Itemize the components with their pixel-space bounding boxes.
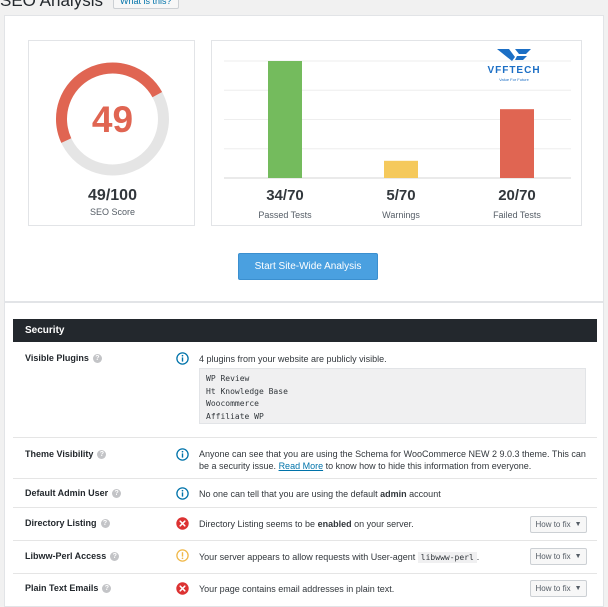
info-circle-icon xyxy=(176,448,189,461)
caret-down-icon: ▼ xyxy=(574,585,582,592)
how-to-fix-dropdown[interactable]: How to fix ▼ xyxy=(530,548,587,565)
admin-bold: admin xyxy=(380,489,407,499)
libwww-text: Your server appears to allow requests wi… xyxy=(199,552,416,562)
row-title: Default Admin User ? xyxy=(25,488,122,498)
x-circle-icon xyxy=(176,582,189,595)
plugin-item: WP Review xyxy=(206,374,250,383)
row-description: Your page contains email addresses in pl… xyxy=(199,584,395,594)
row-theme-visibility: Theme Visibility ? Anyone can see that y… xyxy=(13,438,597,479)
score-value: 49 xyxy=(91,99,134,140)
logo-tagline: Value For Future xyxy=(499,77,529,82)
info-circle-icon xyxy=(176,487,189,500)
question-circle-icon[interactable]: ? xyxy=(100,518,110,528)
passed-tests-label: Passed Tests xyxy=(258,210,312,220)
what-is-this-button[interactable]: What is this? xyxy=(113,0,179,9)
row-title-text: Visible Plugins xyxy=(25,353,89,363)
row-plain-text-emails: Plain Text Emails ? Your page contains e… xyxy=(13,574,597,604)
directory-text-after: on your server. xyxy=(354,519,414,529)
libwww-text-after: . xyxy=(476,552,480,562)
visible-plugins-list: WP Review Ht Knowledge Base Woocommerce … xyxy=(199,368,586,424)
bar-failed-tests xyxy=(500,109,534,178)
row-title: Directory Listing ? xyxy=(25,518,110,528)
seo-overview-panel: 49 49/100 SEO Score VFFTECH Value For Fu… xyxy=(4,15,604,302)
row-description: 4 plugins from your website are publicly… xyxy=(199,354,387,364)
question-circle-icon[interactable]: ? xyxy=(112,488,122,498)
exclamation-circle-icon xyxy=(176,549,189,562)
vfftech-logo: VFFTECH Value For Future xyxy=(484,47,544,82)
page-title: SEO Analysis xyxy=(0,0,103,10)
question-circle-icon[interactable]: ? xyxy=(92,353,102,363)
row-libwww-perl-access: Libww-Perl Access ? Your server appears … xyxy=(13,541,597,574)
start-site-wide-analysis-button[interactable]: Start Site-Wide Analysis xyxy=(238,253,378,280)
row-title: Libww-Perl Access ? xyxy=(25,551,120,561)
plugin-item: Ht Knowledge Base xyxy=(206,386,288,396)
libwww-code: libwww-perl xyxy=(417,552,477,563)
passed-tests-value: 34/70 xyxy=(266,187,304,204)
question-circle-icon[interactable]: ? xyxy=(110,551,120,561)
caret-down-icon: ▼ xyxy=(574,553,582,560)
warnings-value: 5/70 xyxy=(386,187,416,204)
row-title: Plain Text Emails ? xyxy=(25,583,112,593)
row-title-text: Theme Visibility xyxy=(25,449,94,459)
x-circle-icon xyxy=(176,517,189,530)
score-label: SEO Score xyxy=(89,207,136,217)
bar-passed-tests xyxy=(268,61,302,178)
row-description: No one can tell that you are using the d… xyxy=(199,488,569,500)
vfftech-logo-mark-icon xyxy=(497,49,531,61)
score-display: 49/100 xyxy=(88,187,137,204)
failed-tests-stat: 20/70 Failed Tests xyxy=(467,187,567,220)
seo-score-card: 49 49/100 SEO Score xyxy=(28,40,195,226)
row-title-text: Plain Text Emails xyxy=(25,583,99,593)
directory-bold: enabled xyxy=(317,519,352,529)
row-title: Theme Visibility ? xyxy=(25,449,107,459)
info-circle-icon xyxy=(176,352,189,365)
read-more-link[interactable]: Read More xyxy=(279,461,324,471)
row-title-text: Directory Listing xyxy=(25,518,97,528)
row-description: Your server appears to allow requests wi… xyxy=(199,551,569,564)
warnings-label: Warnings xyxy=(382,210,420,220)
plugin-item: Woocommerce xyxy=(206,399,259,408)
question-circle-icon[interactable]: ? xyxy=(97,449,107,459)
row-description: Directory Listing seems to be enabled on… xyxy=(199,518,569,530)
caret-down-icon: ▼ xyxy=(574,521,582,528)
page-header: SEO Analysis What is this? xyxy=(0,0,179,10)
row-description: Anyone can see that you are using the Sc… xyxy=(199,448,589,472)
plugin-item: Affiliate WP xyxy=(206,411,264,421)
security-section-header: Security xyxy=(13,319,597,342)
how-to-fix-dropdown[interactable]: How to fix ▼ xyxy=(530,580,587,597)
how-to-fix-label: How to fix xyxy=(535,552,571,561)
theme-visibility-text-after: to know how to hide this information fro… xyxy=(325,461,532,471)
row-visible-plugins: Visible Plugins ? 4 plugins from your we… xyxy=(13,342,597,438)
logo-name: VFFTECH xyxy=(487,65,541,76)
question-circle-icon[interactable]: ? xyxy=(102,583,112,593)
row-title: Visible Plugins ? xyxy=(25,353,102,363)
admin-text-after: account xyxy=(409,489,441,499)
how-to-fix-label: How to fix xyxy=(535,520,571,529)
admin-text: No one can tell that you are using the d… xyxy=(199,489,378,499)
passed-tests-stat: 34/70 Passed Tests xyxy=(235,187,335,220)
directory-text: Directory Listing seems to be xyxy=(199,519,316,529)
how-to-fix-dropdown[interactable]: How to fix ▼ xyxy=(530,516,587,533)
how-to-fix-label: How to fix xyxy=(535,584,571,593)
failed-tests-value: 20/70 xyxy=(498,187,536,204)
warnings-stat: 5/70 Warnings xyxy=(351,187,451,220)
failed-tests-label: Failed Tests xyxy=(493,210,541,220)
security-section: Security Visible Plugins ? 4 plugins fro… xyxy=(4,302,604,607)
test-results-chart: VFFTECH Value For Future 34/70 Passed Te… xyxy=(211,40,582,226)
row-title-text: Libww-Perl Access xyxy=(25,551,107,561)
row-directory-listing: Directory Listing ? Directory Listing se… xyxy=(13,508,597,541)
row-title-text: Default Admin User xyxy=(25,488,109,498)
row-default-admin-user: Default Admin User ? No one can tell tha… xyxy=(13,479,597,508)
bar-warnings xyxy=(384,160,418,178)
